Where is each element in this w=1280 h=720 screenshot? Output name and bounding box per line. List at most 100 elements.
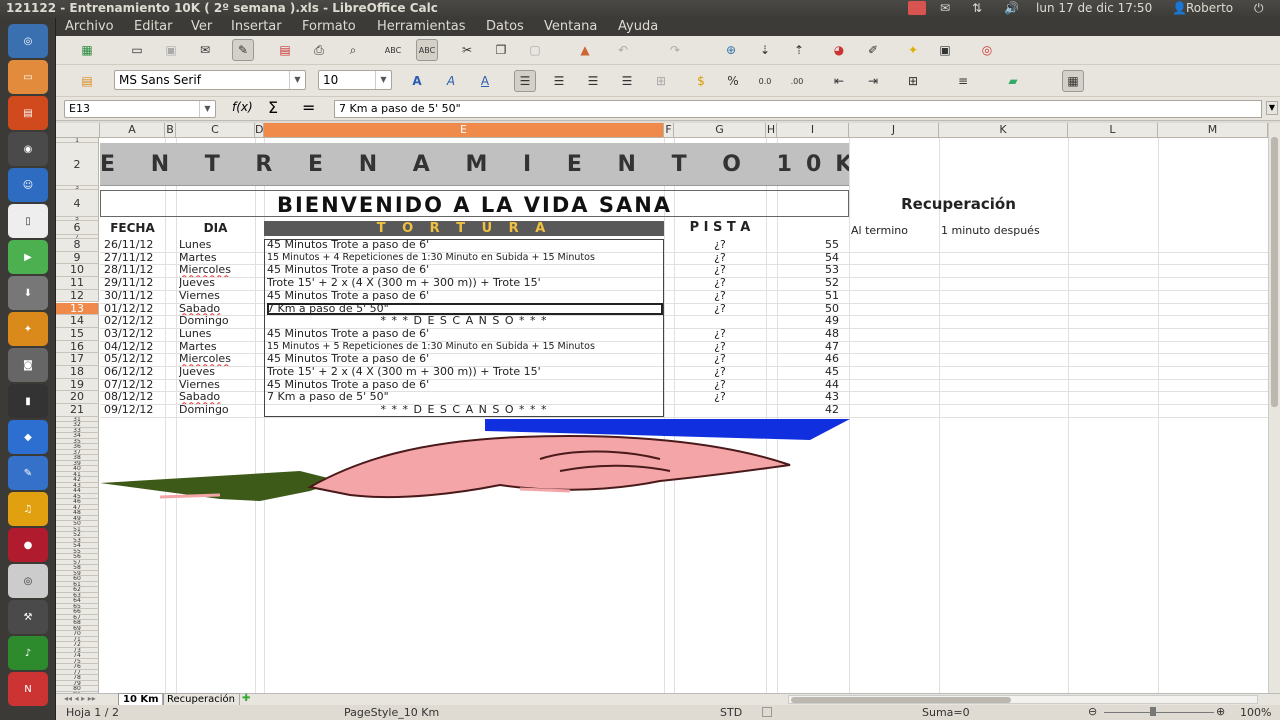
line-style-icon[interactable]: ≡ xyxy=(952,70,974,92)
files-icon[interactable]: ▭ xyxy=(8,60,48,94)
cell-count[interactable]: 51 xyxy=(777,290,839,303)
menu-datos[interactable]: Datos xyxy=(486,19,524,34)
spellcheck-icon[interactable]: ABC xyxy=(382,39,404,61)
user-name[interactable]: Roberto xyxy=(1186,1,1233,15)
align-right-icon[interactable]: ☰ xyxy=(582,70,604,92)
navigator-icon[interactable]: ✦ xyxy=(902,39,924,61)
software-center-icon[interactable]: ▤ xyxy=(8,96,48,130)
new-icon[interactable]: ▦ xyxy=(76,39,98,61)
col-header-h[interactable]: H xyxy=(766,123,777,138)
cell-dia[interactable]: Jueves xyxy=(179,277,255,290)
cell-dia[interactable]: Jueves xyxy=(179,366,255,379)
cell-count[interactable]: 43 xyxy=(777,391,839,404)
col-header-g[interactable]: G xyxy=(674,123,766,138)
cell-fecha[interactable]: 04/12/12 xyxy=(104,341,166,354)
col-header-a[interactable]: A xyxy=(100,123,165,138)
user-icon[interactable]: 👤 xyxy=(1172,1,1187,15)
pen-icon[interactable]: ✎ xyxy=(8,456,48,490)
music-icon[interactable]: ♪ xyxy=(8,636,48,670)
menu-ver[interactable]: Ver xyxy=(191,19,212,34)
chart-icon[interactable]: ◕ xyxy=(828,39,850,61)
cell-fecha[interactable]: 09/12/12 xyxy=(104,404,166,417)
row-header[interactable]: 14 xyxy=(56,315,99,328)
vertical-scrollbar[interactable] xyxy=(1268,123,1280,693)
underline-icon[interactable]: A xyxy=(474,70,496,92)
currency-icon[interactable]: $ xyxy=(690,70,712,92)
page-style[interactable]: PageStyle_10 Km xyxy=(344,706,439,719)
headphones-icon[interactable]: ♫ xyxy=(8,492,48,526)
red-app-icon[interactable]: ● xyxy=(8,528,48,562)
equals-icon[interactable]: = xyxy=(302,98,315,117)
email-icon[interactable]: ✉ xyxy=(194,39,216,61)
cell-count[interactable]: 46 xyxy=(777,353,839,366)
pdf-icon[interactable]: ▤ xyxy=(274,39,296,61)
select-all-corner[interactable] xyxy=(56,123,100,138)
cell-count[interactable]: 45 xyxy=(777,366,839,379)
col-header-c[interactable]: C xyxy=(176,123,255,138)
menu-formato[interactable]: Formato xyxy=(302,19,356,34)
undo-icon[interactable]: ↶ xyxy=(612,39,634,61)
zoom-in-icon[interactable]: ⊕ xyxy=(1216,705,1225,718)
cell-fecha[interactable]: 05/12/12 xyxy=(104,353,166,366)
cell-count[interactable]: 44 xyxy=(777,379,839,392)
chrome-icon[interactable]: ◉ xyxy=(8,132,48,166)
copy-icon[interactable]: ❐ xyxy=(490,39,512,61)
cell-dia[interactable]: Domingo xyxy=(179,404,255,417)
sort-asc-icon[interactable]: ⇣ xyxy=(754,39,776,61)
cell-fecha[interactable]: 29/11/12 xyxy=(104,277,166,290)
cell-pista[interactable]: ¿? xyxy=(674,353,766,366)
save-icon[interactable]: ▣ xyxy=(160,39,182,61)
cell-count[interactable]: 54 xyxy=(777,252,839,265)
sum-display[interactable]: Suma=0 xyxy=(922,706,970,719)
decimal-icon[interactable]: 0.0 xyxy=(754,70,776,92)
font-name-select[interactable]: MS Sans Serif ▼ xyxy=(114,70,306,90)
italic-icon[interactable]: A xyxy=(440,70,462,92)
cut-icon[interactable]: ✂ xyxy=(456,39,478,61)
function-wizard-icon[interactable]: f(x) xyxy=(232,100,253,114)
tools-icon[interactable]: ⚒ xyxy=(8,600,48,634)
cell-fecha[interactable]: 28/11/12 xyxy=(104,264,166,277)
col-header-l[interactable]: L xyxy=(1068,123,1158,138)
font-size-select[interactable]: 10 ▼ xyxy=(318,70,392,90)
cell-dia[interactable]: Lunes xyxy=(179,239,255,252)
cell-pista[interactable]: ¿? xyxy=(674,290,766,303)
android-icon[interactable]: ☺ xyxy=(8,168,48,202)
justify-icon[interactable]: ☰ xyxy=(616,70,638,92)
align-center-icon[interactable]: ☰ xyxy=(548,70,570,92)
increase-indent-icon[interactable]: ⇥ xyxy=(862,70,884,92)
document-icon[interactable]: ▯ xyxy=(8,204,48,238)
borders-icon[interactable]: ⊞ xyxy=(902,70,924,92)
row-header[interactable]: 8 xyxy=(56,239,99,252)
zoom-out-icon[interactable]: ⊖ xyxy=(1088,705,1097,718)
bold-icon[interactable]: A xyxy=(406,70,428,92)
row-header[interactable]: 11 xyxy=(56,277,99,290)
install-icon[interactable]: ⬇ xyxy=(8,276,48,310)
menu-editar[interactable]: Editar xyxy=(134,19,173,34)
draw-icon[interactable]: ✐ xyxy=(862,39,884,61)
cell-dia[interactable]: Viernes xyxy=(179,290,255,303)
dvd-icon[interactable]: ◎ xyxy=(8,564,48,598)
cell-pista[interactable]: ¿? xyxy=(674,277,766,290)
horizontal-scrollbar[interactable] xyxy=(788,695,1258,704)
zoom-level[interactable]: 100% xyxy=(1240,706,1271,719)
col-header-d[interactable]: D xyxy=(255,123,264,138)
col-header-j[interactable]: J xyxy=(849,123,939,138)
row-header[interactable]: 19 xyxy=(56,378,99,392)
background-color-icon[interactable]: ▰ xyxy=(1002,70,1024,92)
row-header[interactable]: 12 xyxy=(56,289,99,303)
cell-pista[interactable]: ¿? xyxy=(674,264,766,277)
menu-ayuda[interactable]: Ayuda xyxy=(618,19,658,34)
row-header[interactable]: 17 xyxy=(56,353,99,366)
gallery-icon[interactable]: ▣ xyxy=(934,39,956,61)
volume-icon[interactable]: 🔊 xyxy=(1004,1,1019,15)
camera-icon[interactable]: ◙ xyxy=(8,348,48,382)
network-icon[interactable]: ⇅ xyxy=(972,1,982,15)
zoom-slider[interactable] xyxy=(1104,712,1214,713)
play-icon[interactable]: ▶ xyxy=(8,240,48,274)
trash-icon[interactable]: N xyxy=(8,672,48,706)
sort-desc-icon[interactable]: ⇡ xyxy=(788,39,810,61)
cell-pista[interactable]: ¿? xyxy=(674,391,766,404)
align-left-icon[interactable]: ☰ xyxy=(514,70,536,92)
cell-count[interactable]: 53 xyxy=(777,264,839,277)
dash-icon[interactable]: ◎ xyxy=(8,24,48,58)
